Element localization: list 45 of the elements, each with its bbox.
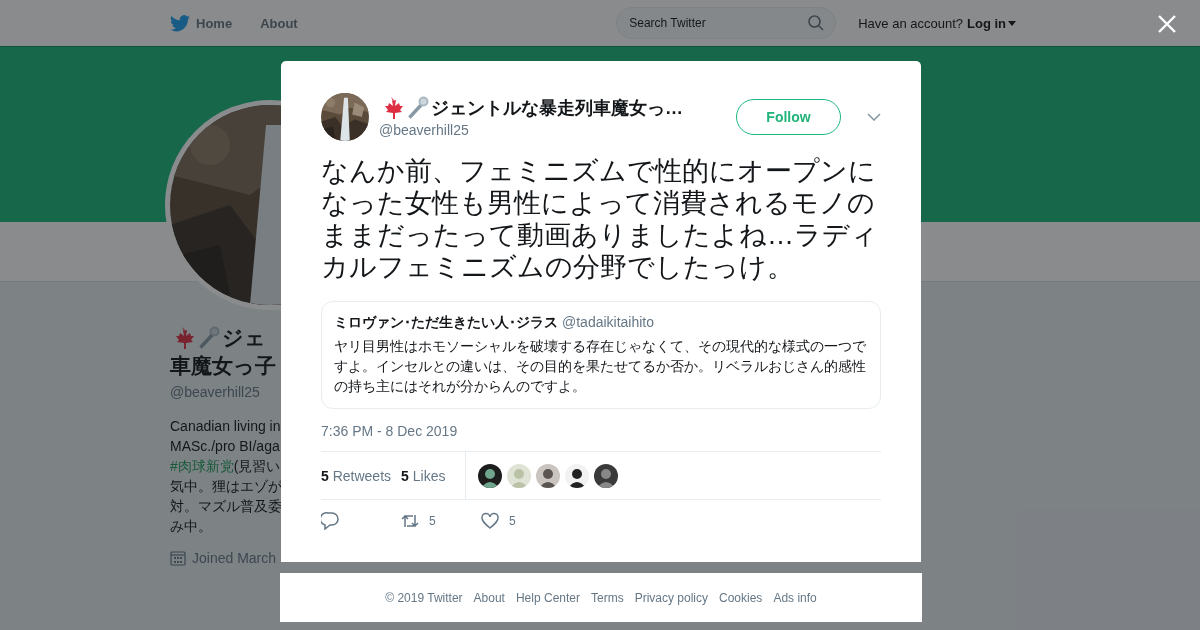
footer-link[interactable]: Cookies — [719, 590, 763, 605]
safety-pin-icon — [405, 96, 429, 120]
close-icon[interactable] — [1157, 14, 1177, 34]
nav-link[interactable]: About — [260, 15, 298, 31]
footer-link[interactable]: Ads info — [773, 590, 817, 605]
quoted-tweet[interactable]: ミロヴァン･ただ生きたい人･ジラス @tadaikitaihito ヤリ目男性はホモソーシャルを破壊する存在じゃなくて、その現代的な様式の一つですよ。インセルとの違いは、その目的を果たせてるか否か。リベラルおじさん的感性の持ち主にはそれが分からんのですよ。 — [321, 301, 881, 409]
reply-icon[interactable] — [321, 512, 339, 530]
profile-handle: @beaverhill25 — [170, 384, 260, 400]
calendar-icon — [170, 550, 186, 566]
footer-link[interactable]: Terms — [591, 590, 624, 605]
retweet-icon[interactable] — [401, 512, 419, 530]
account-prompt: Have an account? — [858, 15, 963, 31]
footer-link[interactable]: Help Center — [515, 590, 580, 605]
search-field[interactable]: Search Twitter — [616, 7, 837, 39]
tweet-text: なんか前、フェミニズムで性的にオープンになった女性も男性によって消費されるモノのままだったって動画ありましたよね…ラディカルフェミニズムの分野でしたっけ。 — [321, 155, 879, 283]
bio-text: (見習い — [233, 458, 281, 474]
bio-text: Canadian living in — [170, 418, 281, 434]
stat-link[interactable]: 5 Retweets — [321, 467, 392, 484]
search-icon — [808, 15, 825, 31]
profile-name: ジェ — [222, 325, 266, 351]
footer-link[interactable]: About — [473, 590, 505, 605]
action-count: 5 — [429, 514, 436, 528]
quoted-author-handle: @tadaikitaihito — [562, 314, 655, 330]
login-link[interactable]: Log in — [967, 15, 1016, 31]
author-name: ジェントルな暴走列車魔女っ… — [431, 97, 683, 120]
joined-date: Joined March — [192, 550, 277, 566]
action-count: 5 — [509, 514, 516, 528]
bio-text: MASc./pro BI/aga — [170, 438, 280, 454]
author-handle: @beaverhill25 — [379, 122, 470, 138]
stat-link[interactable]: 5 Likes — [401, 467, 446, 484]
quoted-author-name: ミロヴァン･ただ生きたい人･ジラス — [334, 314, 558, 330]
bird-icon — [170, 14, 190, 32]
copyright: © 2019 Twitter — [385, 590, 463, 605]
follow-button[interactable]: Follow — [736, 99, 841, 135]
footer-link[interactable]: Privacy policy — [634, 590, 708, 605]
tweet-timestamp[interactable]: 7:36 PM - 8 Dec 2019 — [321, 423, 881, 439]
caret-icon — [1008, 20, 1016, 26]
quoted-text: ヤリ目男性はホモソーシャルを破壊する存在じゃなくて、その現代的な様式の一つですよ。インセルとの違いは、その目的を果たせてるか否か。リベラルおじさん的感性の持ち主にはそれが分からんのですよ。 — [334, 337, 867, 396]
bio-text: 対。マズル普及委 — [170, 498, 282, 514]
bio-text: み中。 — [170, 518, 212, 534]
profile-name: 車魔女っ子 — [170, 353, 276, 379]
nav-link[interactable]: Home — [170, 14, 233, 32]
chevron-icon[interactable] — [867, 113, 881, 121]
heart-icon[interactable] — [481, 512, 499, 530]
safety-pin-icon — [196, 326, 220, 350]
